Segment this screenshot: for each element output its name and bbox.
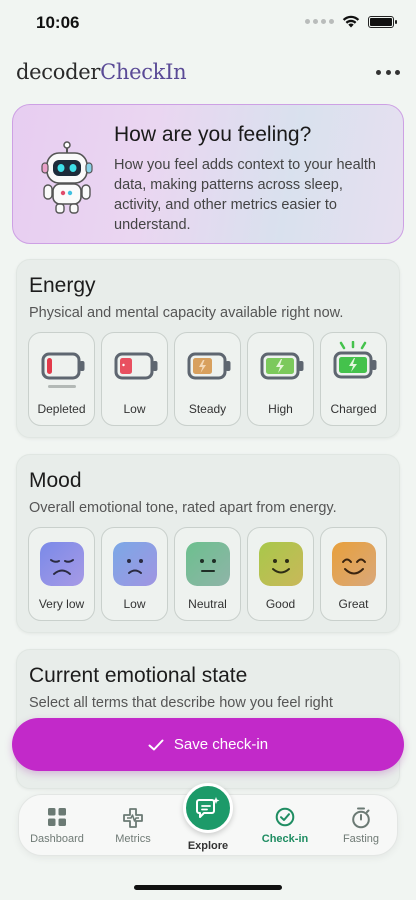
battery-high-icon [260,352,304,380]
tab-label: Metrics [115,833,151,845]
happy-face-icon [332,542,376,586]
option-label: High [268,402,293,416]
option-label: Charged [330,402,377,416]
check-icon [148,739,164,750]
brand-main: decoder [16,60,101,84]
option-label: Good [265,597,296,611]
mood-option-good[interactable]: Good [247,527,314,621]
app-logo: decoderCheckIn [16,60,187,84]
tab-explore[interactable] [183,783,233,833]
home-indicator [134,885,282,890]
signal-icon [305,19,334,24]
robot-mascot-icon [41,141,93,214]
mood-subtitle: Overall emotional tone, rated apart from… [29,500,337,516]
intro-card: How are you feeling? How you feel adds c… [12,104,404,244]
app-header: decoderCheckIn [16,58,400,90]
sad-face-icon [113,542,157,586]
tab-checkin[interactable]: Check-in [247,795,323,857]
check-circle-icon [275,807,295,827]
energy-options: Depleted Low Steady High Charged [28,332,387,426]
option-label: Very low [38,597,85,611]
battery-half-icon [187,352,231,380]
battery-full-icon [333,341,377,379]
energy-title: Energy [29,274,96,297]
tab-dashboard[interactable]: Dashboard [19,795,95,857]
mood-option-neutral[interactable]: Neutral [174,527,241,621]
tab-label: Check-in [261,833,309,845]
tab-explore-label: Explore [187,840,229,852]
mood-title: Mood [29,469,82,492]
wifi-icon [342,15,360,28]
energy-subtitle: Physical and mental capacity available r… [29,305,344,321]
option-label: Low [123,402,146,416]
emotional-state-title: Current emotional state [29,664,248,687]
option-label: Low [123,597,146,611]
status-bar: 10:06 [0,0,416,46]
mood-options: Very low Low Neutral Good Great [28,527,387,621]
metrics-icon [123,808,143,828]
brand-accent: CheckIn [100,60,187,84]
energy-option-steady[interactable]: Steady [174,332,241,426]
option-label: Steady [188,402,227,416]
more-options-button[interactable] [376,64,400,80]
intro-title: How are you feeling? [114,123,312,146]
energy-card: Energy Physical and mental capacity avai… [16,259,400,438]
intro-description: How you feel adds context to your health… [114,157,376,233]
energy-option-high[interactable]: High [247,332,314,426]
mood-option-very-low[interactable]: Very low [28,527,95,621]
status-time: 10:06 [36,13,80,32]
mood-option-great[interactable]: Great [320,527,387,621]
tab-metrics[interactable]: Metrics [95,795,171,857]
very-sad-face-icon [40,542,84,586]
energy-option-low[interactable]: Low [101,332,168,426]
smile-face-icon [259,542,303,586]
chat-sparkle-icon [196,797,220,818]
save-checkin-button[interactable]: Save check-in [12,718,404,771]
option-label: Great [338,597,369,611]
tab-label: Dashboard [30,833,84,845]
mood-card: Mood Overall emotional tone, rated apart… [16,454,400,633]
battery-empty-icon [41,352,85,388]
status-icons [305,15,397,28]
tab-label: Fasting [342,833,380,845]
tab-fasting[interactable]: Fasting [323,795,399,857]
energy-option-depleted[interactable]: Depleted [28,332,95,426]
energy-option-charged[interactable]: Charged [320,332,387,426]
battery-low-icon [114,352,158,380]
battery-status-icon [368,15,397,28]
grid-icon [48,808,66,826]
option-label: Depleted [37,402,86,416]
stopwatch-icon [352,807,370,829]
save-checkin-label: Save check-in [173,736,269,753]
option-label: Neutral [188,597,227,611]
neutral-face-icon [186,542,230,586]
mood-option-low[interactable]: Low [101,527,168,621]
emotional-state-subtitle: Select all terms that describe how you f… [29,695,333,711]
